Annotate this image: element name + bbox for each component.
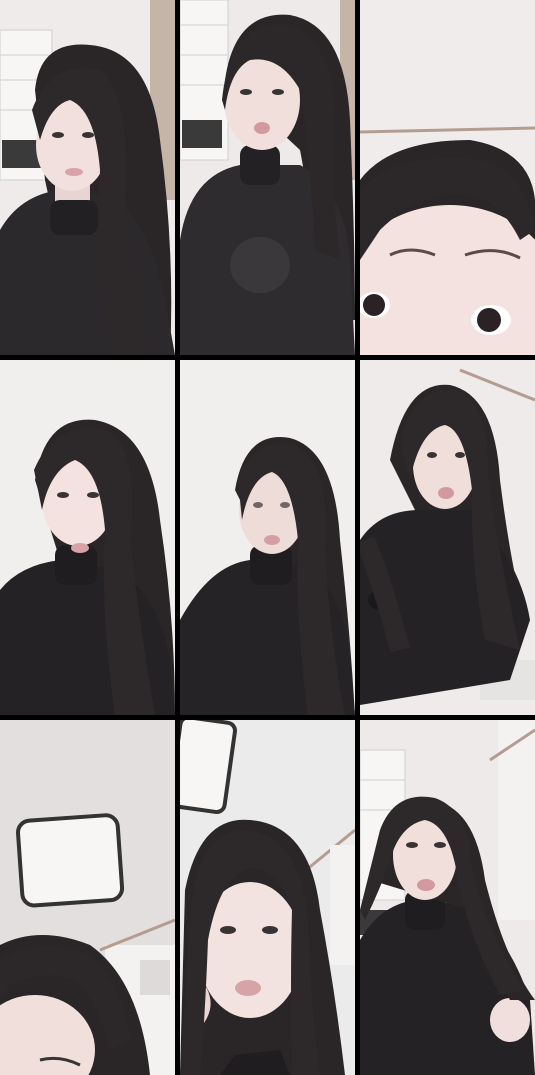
photo-1-image	[0, 0, 175, 355]
photo-tile-7[interactable]	[0, 720, 175, 1075]
photo-tile-2[interactable]	[180, 0, 355, 355]
photo-tile-3[interactable]	[360, 0, 535, 355]
photo-tile-5[interactable]	[180, 360, 355, 715]
photo-7-image	[0, 720, 175, 1075]
photo-4-image	[0, 360, 175, 715]
photo-tile-1[interactable]	[0, 0, 175, 355]
photo-tile-4[interactable]	[0, 360, 175, 715]
photo-tile-6[interactable]	[360, 360, 535, 715]
photo-tile-8[interactable]	[180, 720, 355, 1075]
photo-grid	[0, 0, 535, 1075]
photo-tile-9[interactable]	[360, 720, 535, 1075]
photo-9-image	[360, 720, 535, 1075]
photo-2-image	[180, 0, 355, 355]
photo-6-image	[360, 360, 535, 715]
photo-3-image	[360, 0, 535, 355]
photo-8-image	[180, 720, 355, 1075]
photo-5-image	[180, 360, 355, 715]
